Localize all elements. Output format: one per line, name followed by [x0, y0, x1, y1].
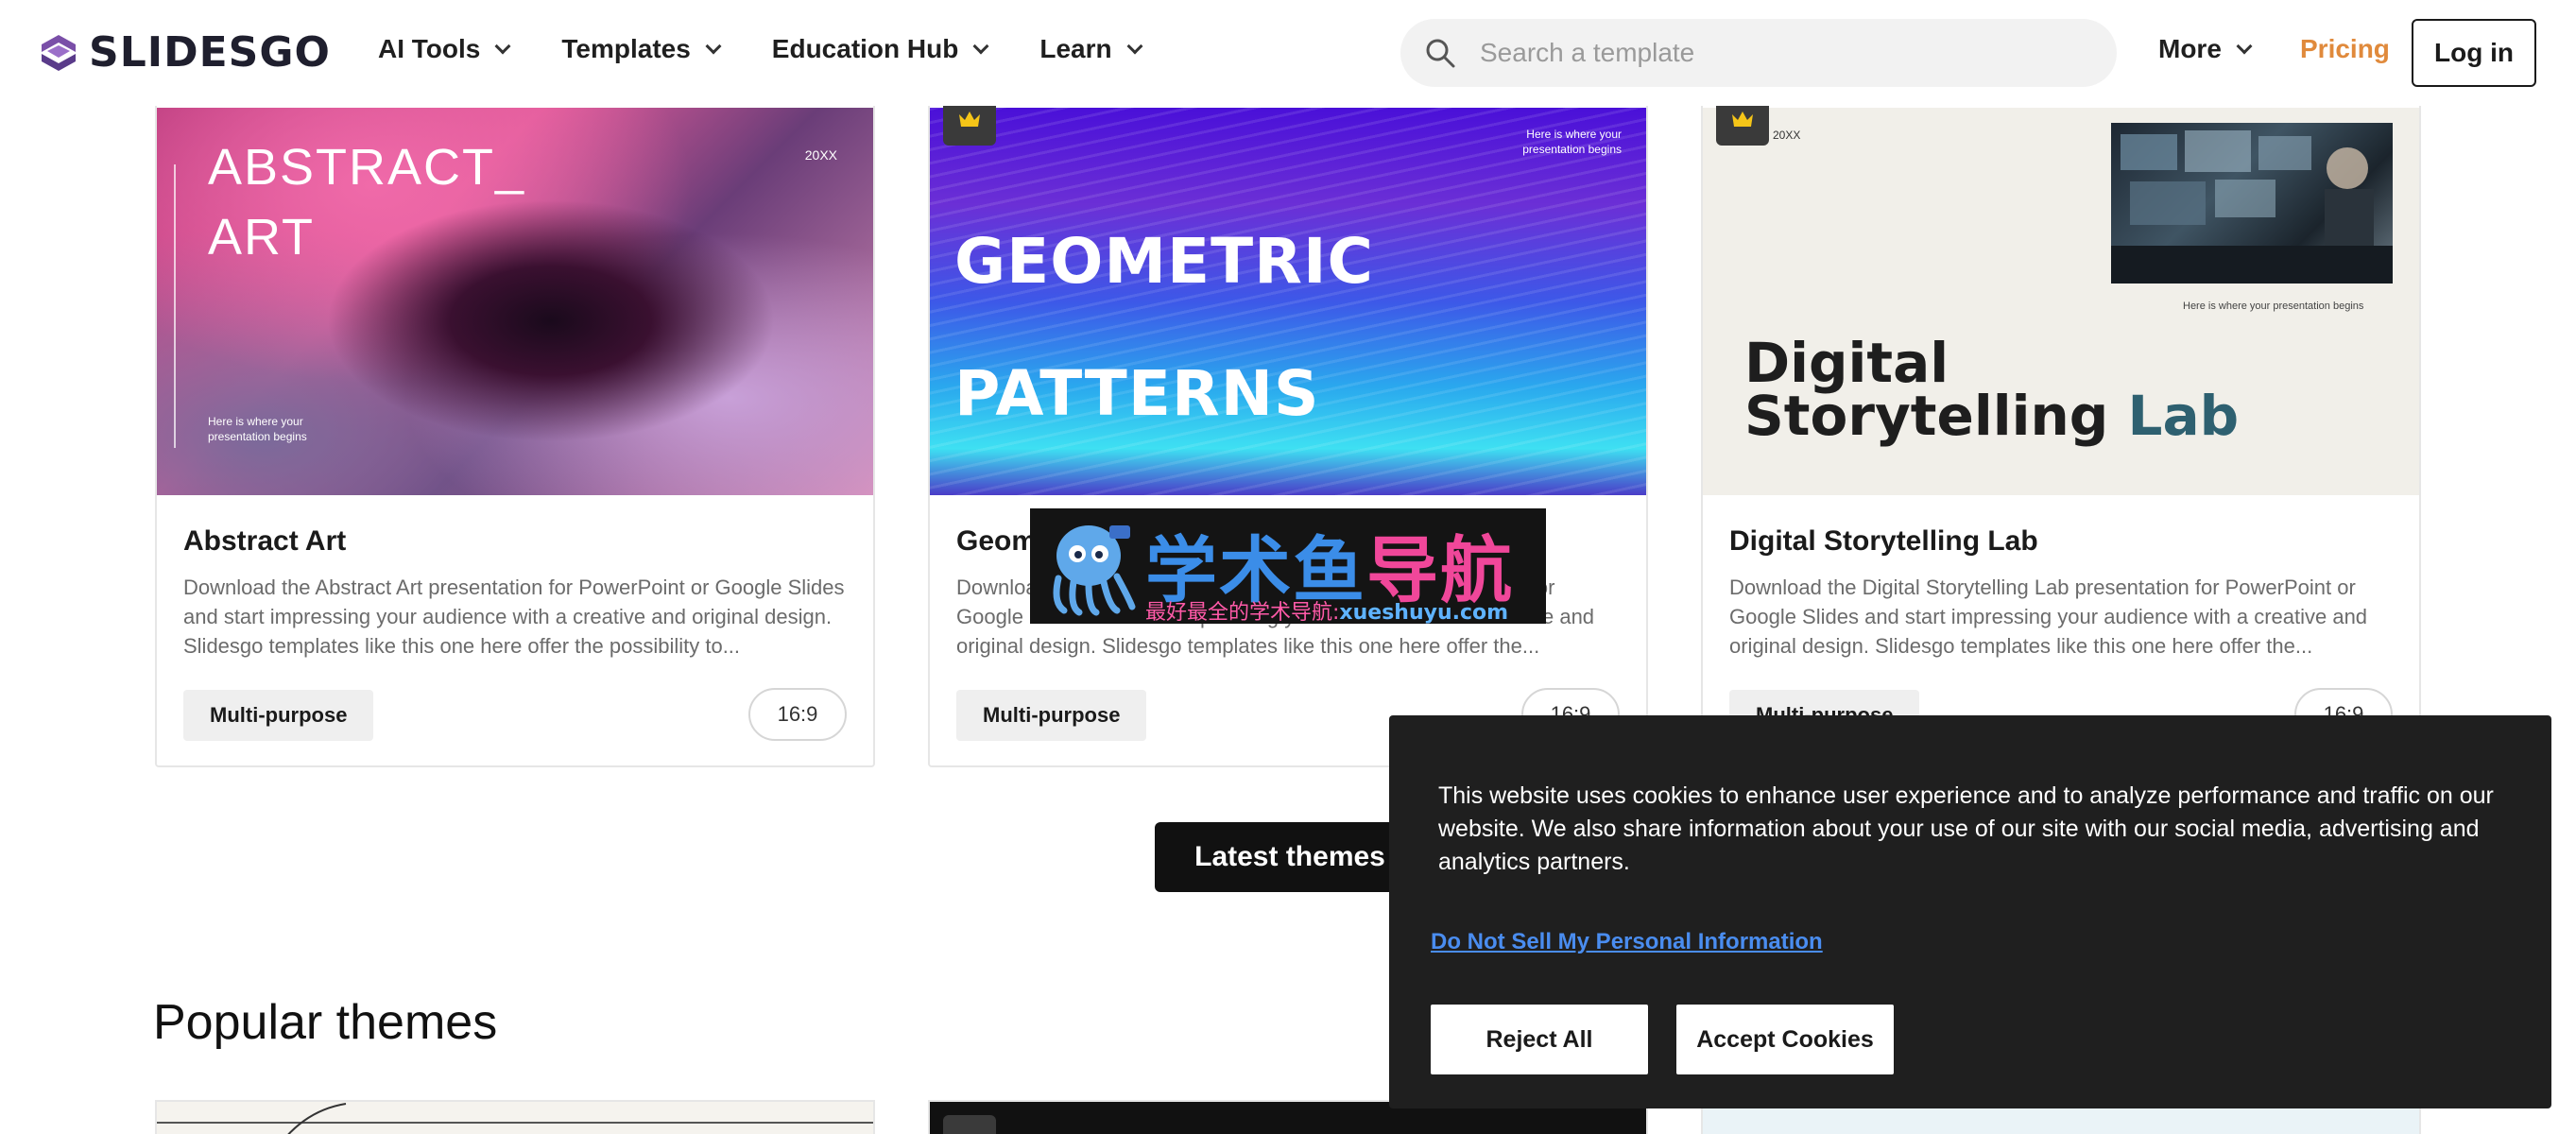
chevron-down-icon — [705, 38, 722, 55]
premium-crown-icon — [943, 1115, 996, 1134]
accept-cookies-button[interactable]: Accept Cookies — [1676, 1005, 1894, 1074]
card-title[interactable]: Abstract Art — [183, 525, 346, 558]
octopus-mascot-icon — [1053, 525, 1136, 616]
latest-themes-button[interactable]: Latest themes — [1155, 822, 1425, 892]
main-nav: AI Tools Templates Education Hub Learn — [378, 34, 1194, 64]
tag-multi-purpose[interactable]: Multi-purpose — [183, 690, 374, 741]
chevron-down-icon — [494, 38, 511, 55]
nav-learn[interactable]: Learn — [1039, 34, 1143, 64]
cookie-consent-banner: This website uses cookies to enhance use… — [1389, 715, 2551, 1108]
reject-all-button[interactable]: Reject All — [1431, 1005, 1648, 1074]
nav-education-hub-label: Education Hub — [771, 34, 959, 63]
watermark-tagline: 最好最全的学术导航:xueshuyu.com — [1145, 601, 1509, 624]
template-card-geometric-patterns[interactable]: Here is where your presentation begins G… — [928, 91, 1648, 767]
cookie-message: This website uses cookies to enhance use… — [1438, 782, 2494, 875]
card-description: Download the Abstract Art presentation f… — [183, 576, 845, 658]
thumbnail-title: Digital Storytelling Lab — [1744, 331, 2240, 448]
site-header: SLIDESGO AI Tools Templates Education Hu… — [0, 0, 2576, 106]
template-thumbnail[interactable]: 20XX Here is where your presentation beg… — [1703, 108, 2419, 495]
template-thumbnail[interactable]: ABSTRACT_ ART 20XX Here is where your pr… — [157, 108, 873, 495]
logo-text: SLIDESGO — [89, 28, 331, 77]
chevron-down-icon — [1126, 38, 1143, 55]
template-card-abstract-art[interactable]: ABSTRACT_ ART 20XX Here is where your pr… — [155, 91, 875, 767]
more-menu[interactable]: More — [2158, 34, 2253, 64]
search-icon[interactable] — [1423, 36, 1457, 70]
nav-education-hub[interactable]: Education Hub — [771, 34, 989, 64]
template-card-digital-storytelling-lab[interactable]: 20XX Here is where your presentation beg… — [1701, 91, 2421, 767]
do-not-sell-link[interactable]: Do Not Sell My Personal Information — [1431, 929, 1823, 955]
thumbnail-subtitle: Here is where your presentation begins — [2183, 301, 2364, 312]
search-input[interactable] — [1480, 32, 2085, 74]
nav-ai-tools[interactable]: AI Tools — [378, 34, 511, 64]
aspect-ratio-badge: 16:9 — [748, 688, 847, 741]
thumbnail-title-line2: PATTERNS — [954, 357, 1320, 430]
popular-themes-heading: Popular themes — [153, 995, 498, 1050]
watermark-logo: 学术鱼导航 最好最全的学术导航:xueshuyu.com — [1030, 508, 1546, 624]
decorative-line — [174, 164, 176, 448]
slidesgo-logo-icon — [42, 34, 76, 71]
thumbnail-photo — [2111, 123, 2393, 284]
nav-ai-tools-label: AI Tools — [378, 34, 481, 63]
slidesgo-logo[interactable]: SLIDESGO — [38, 28, 331, 77]
nav-templates-label: Templates — [561, 34, 691, 63]
chevron-down-icon — [972, 38, 989, 55]
search-bar — [1400, 19, 2117, 87]
thumbnail-title-line1: GEOMETRIC — [954, 225, 1374, 298]
template-thumbnail[interactable]: Here is where your presentation begins G… — [930, 108, 1646, 495]
popular-card-1[interactable] — [155, 1100, 875, 1134]
login-button[interactable]: Log in — [2412, 19, 2536, 87]
card-description: Download the Digital Storytelling Lab pr… — [1729, 576, 2368, 658]
thumbnail-year: 20XX — [804, 147, 837, 163]
pricing-link[interactable]: Pricing — [2300, 34, 2390, 64]
thumbnail-title: ABSTRACT_ ART — [208, 139, 526, 266]
thumbnail-year: 20XX — [1773, 129, 1801, 142]
nav-templates[interactable]: Templates — [561, 34, 722, 64]
nav-learn-label: Learn — [1039, 34, 1112, 63]
card-title[interactable]: Digital Storytelling Lab — [1729, 525, 2038, 558]
more-label: More — [2158, 34, 2222, 63]
thumbnail-subtitle: Here is where your presentation begins — [208, 415, 307, 443]
tag-multi-purpose[interactable]: Multi-purpose — [956, 690, 1147, 741]
thumbnail-subtitle: Here is where your presentation begins — [1522, 128, 1622, 156]
chevron-down-icon — [2236, 38, 2253, 55]
